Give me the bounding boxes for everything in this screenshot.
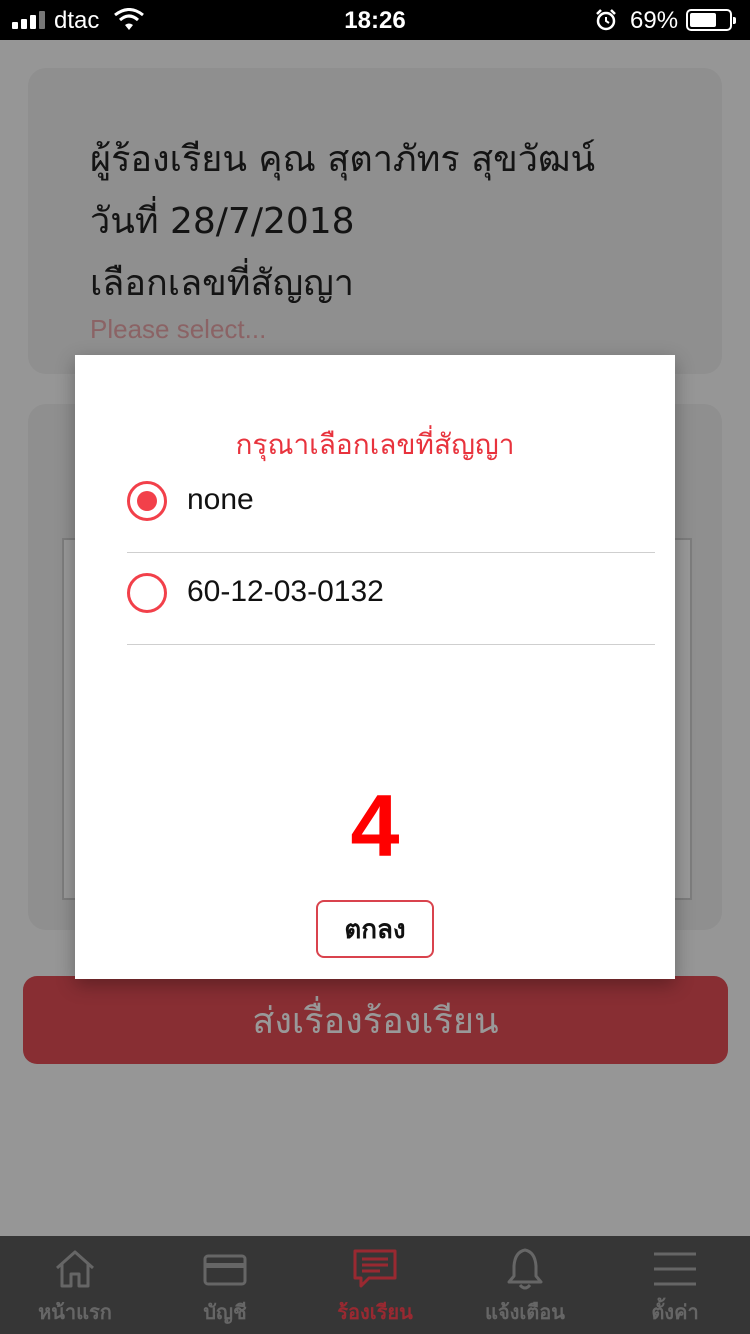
option-none[interactable]: none bbox=[127, 461, 655, 553]
battery-percentage: 69% bbox=[630, 7, 679, 34]
radio-unchecked-icon bbox=[127, 573, 167, 613]
ok-button[interactable]: ตกลง bbox=[316, 900, 434, 958]
option-contract[interactable]: 60-12-03-0132 bbox=[127, 553, 655, 645]
option-label: none bbox=[187, 483, 254, 516]
radio-checked-icon bbox=[127, 481, 167, 521]
alarm-icon bbox=[596, 9, 616, 31]
battery-icon bbox=[686, 9, 736, 31]
contract-select-dialog: กรุณาเลือกเลขที่สัญญา none 60-12-03-0132… bbox=[75, 355, 675, 979]
annotation-number: 4 bbox=[350, 776, 400, 875]
option-label: 60-12-03-0132 bbox=[187, 575, 384, 608]
status-bar: dtac 18:26 69% bbox=[0, 0, 750, 40]
